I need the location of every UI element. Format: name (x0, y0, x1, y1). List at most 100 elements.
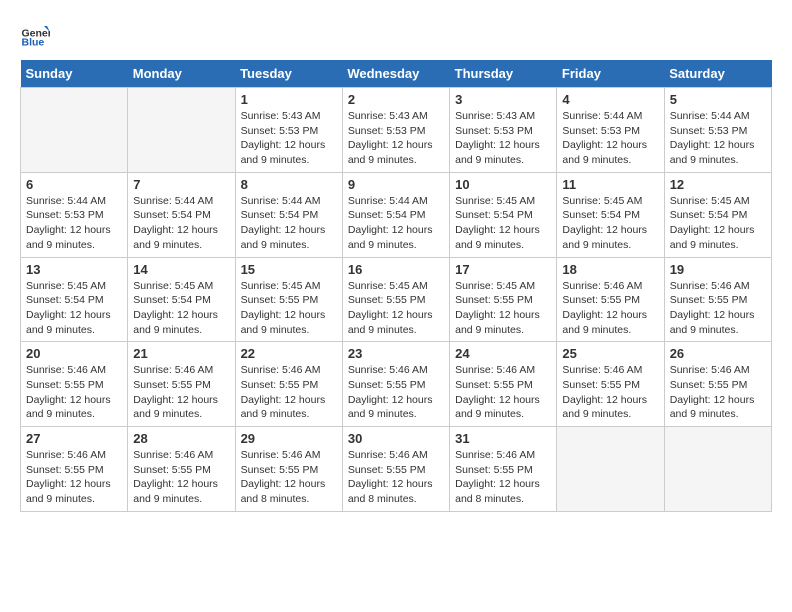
weekday-header: Monday (128, 60, 235, 88)
page-header: General Blue (20, 20, 772, 50)
day-info: Sunrise: 5:46 AM Sunset: 5:55 PM Dayligh… (133, 448, 229, 507)
calendar-cell: 31 Sunrise: 5:46 AM Sunset: 5:55 PM Dayli… (450, 427, 557, 512)
day-info: Sunrise: 5:46 AM Sunset: 5:55 PM Dayligh… (26, 363, 122, 422)
day-info: Sunrise: 5:46 AM Sunset: 5:55 PM Dayligh… (455, 448, 551, 507)
weekday-header: Wednesday (342, 60, 449, 88)
calendar-cell: 19 Sunrise: 5:46 AM Sunset: 5:55 PM Dayli… (664, 257, 771, 342)
day-info: Sunrise: 5:46 AM Sunset: 5:55 PM Dayligh… (26, 448, 122, 507)
logo-icon: General Blue (20, 20, 50, 50)
svg-text:Blue: Blue (22, 37, 45, 49)
calendar-week-row: 13 Sunrise: 5:45 AM Sunset: 5:54 PM Dayli… (21, 257, 772, 342)
calendar-cell: 18Sunrise: 5:46 AM Sunset: 5:55 PM Dayli… (557, 257, 664, 342)
day-number: 6 (26, 177, 122, 192)
day-number: 31 (455, 431, 551, 446)
calendar-cell: 20 Sunrise: 5:46 AM Sunset: 5:55 PM Dayli… (21, 342, 128, 427)
day-info: Sunrise: 5:44 AM Sunset: 5:53 PM Dayligh… (26, 194, 122, 253)
day-info: Sunrise: 5:46 AM Sunset: 5:55 PM Dayligh… (241, 363, 337, 422)
day-number: 13 (26, 262, 122, 277)
logo: General Blue (20, 20, 50, 50)
calendar-cell: 24Sunrise: 5:46 AM Sunset: 5:55 PM Dayli… (450, 342, 557, 427)
calendar-cell: 10 Sunrise: 5:45 AM Sunset: 5:54 PM Dayli… (450, 172, 557, 257)
day-info: Sunrise: 5:44 AM Sunset: 5:54 PM Dayligh… (241, 194, 337, 253)
calendar-cell: 2 Sunrise: 5:43 AM Sunset: 5:53 PM Daylig… (342, 88, 449, 173)
calendar-cell: 6 Sunrise: 5:44 AM Sunset: 5:53 PM Daylig… (21, 172, 128, 257)
day-info: Sunrise: 5:46 AM Sunset: 5:55 PM Dayligh… (562, 363, 658, 422)
calendar-cell: 14 Sunrise: 5:45 AM Sunset: 5:54 PM Dayli… (128, 257, 235, 342)
calendar-cell: 17Sunrise: 5:45 AM Sunset: 5:55 PM Dayli… (450, 257, 557, 342)
weekday-header: Saturday (664, 60, 771, 88)
calendar-cell: 9 Sunrise: 5:44 AM Sunset: 5:54 PM Daylig… (342, 172, 449, 257)
day-info: Sunrise: 5:44 AM Sunset: 5:54 PM Dayligh… (348, 194, 444, 253)
calendar-cell: 27 Sunrise: 5:46 AM Sunset: 5:55 PM Dayli… (21, 427, 128, 512)
day-number: 25 (562, 346, 658, 361)
calendar-cell: 3 Sunrise: 5:43 AM Sunset: 5:53 PM Daylig… (450, 88, 557, 173)
day-number: 26 (670, 346, 766, 361)
day-number: 28 (133, 431, 229, 446)
calendar-cell: 4 Sunrise: 5:44 AM Sunset: 5:53 PM Daylig… (557, 88, 664, 173)
day-info: Sunrise: 5:43 AM Sunset: 5:53 PM Dayligh… (348, 109, 444, 168)
day-number: 7 (133, 177, 229, 192)
day-number: 22 (241, 346, 337, 361)
day-number: 18 (562, 262, 658, 277)
calendar-week-row: 20 Sunrise: 5:46 AM Sunset: 5:55 PM Dayli… (21, 342, 772, 427)
calendar-cell: 11 Sunrise: 5:45 AM Sunset: 5:54 PM Dayli… (557, 172, 664, 257)
day-number: 10 (455, 177, 551, 192)
calendar-cell: 8 Sunrise: 5:44 AM Sunset: 5:54 PM Daylig… (235, 172, 342, 257)
day-number: 2 (348, 92, 444, 107)
day-info: Sunrise: 5:45 AM Sunset: 5:55 PM Dayligh… (348, 279, 444, 338)
day-number: 9 (348, 177, 444, 192)
calendar-cell (557, 427, 664, 512)
weekday-header: Friday (557, 60, 664, 88)
calendar-cell: 28 Sunrise: 5:46 AM Sunset: 5:55 PM Dayli… (128, 427, 235, 512)
calendar-body: 1 Sunrise: 5:43 AM Sunset: 5:53 PM Daylig… (21, 88, 772, 512)
calendar-week-row: 27 Sunrise: 5:46 AM Sunset: 5:55 PM Dayli… (21, 427, 772, 512)
calendar-cell: 25 Sunrise: 5:46 AM Sunset: 5:55 PM Dayli… (557, 342, 664, 427)
day-number: 5 (670, 92, 766, 107)
day-info: Sunrise: 5:46 AM Sunset: 5:55 PM Dayligh… (348, 448, 444, 507)
day-number: 8 (241, 177, 337, 192)
day-info: Sunrise: 5:46 AM Sunset: 5:55 PM Dayligh… (348, 363, 444, 422)
day-info: Sunrise: 5:44 AM Sunset: 5:53 PM Dayligh… (670, 109, 766, 168)
day-info: Sunrise: 5:45 AM Sunset: 5:55 PM Dayligh… (241, 279, 337, 338)
day-info: Sunrise: 5:43 AM Sunset: 5:53 PM Dayligh… (455, 109, 551, 168)
calendar-cell: 16Sunrise: 5:45 AM Sunset: 5:55 PM Dayli… (342, 257, 449, 342)
day-info: Sunrise: 5:44 AM Sunset: 5:53 PM Dayligh… (562, 109, 658, 168)
day-info: Sunrise: 5:45 AM Sunset: 5:54 PM Dayligh… (26, 279, 122, 338)
day-number: 24 (455, 346, 551, 361)
calendar-cell (21, 88, 128, 173)
day-info: Sunrise: 5:45 AM Sunset: 5:54 PM Dayligh… (562, 194, 658, 253)
calendar-cell: 30 Sunrise: 5:46 AM Sunset: 5:55 PM Dayli… (342, 427, 449, 512)
day-number: 1 (241, 92, 337, 107)
day-info: Sunrise: 5:46 AM Sunset: 5:55 PM Dayligh… (670, 363, 766, 422)
calendar-cell: 7Sunrise: 5:44 AM Sunset: 5:54 PM Daylig… (128, 172, 235, 257)
day-number: 12 (670, 177, 766, 192)
weekday-header: Sunday (21, 60, 128, 88)
calendar-cell: 15 Sunrise: 5:45 AM Sunset: 5:55 PM Dayli… (235, 257, 342, 342)
calendar-week-row: 6 Sunrise: 5:44 AM Sunset: 5:53 PM Daylig… (21, 172, 772, 257)
day-info: Sunrise: 5:45 AM Sunset: 5:54 PM Dayligh… (133, 279, 229, 338)
weekday-header: Thursday (450, 60, 557, 88)
calendar-cell: 5 Sunrise: 5:44 AM Sunset: 5:53 PM Daylig… (664, 88, 771, 173)
day-number: 29 (241, 431, 337, 446)
day-number: 21 (133, 346, 229, 361)
day-info: Sunrise: 5:43 AM Sunset: 5:53 PM Dayligh… (241, 109, 337, 168)
day-number: 4 (562, 92, 658, 107)
day-number: 30 (348, 431, 444, 446)
day-number: 23 (348, 346, 444, 361)
day-number: 11 (562, 177, 658, 192)
calendar-cell: 26 Sunrise: 5:46 AM Sunset: 5:55 PM Dayli… (664, 342, 771, 427)
calendar-cell: 12Sunrise: 5:45 AM Sunset: 5:54 PM Dayli… (664, 172, 771, 257)
day-info: Sunrise: 5:46 AM Sunset: 5:55 PM Dayligh… (670, 279, 766, 338)
day-number: 17 (455, 262, 551, 277)
calendar-cell: 1 Sunrise: 5:43 AM Sunset: 5:53 PM Daylig… (235, 88, 342, 173)
day-number: 20 (26, 346, 122, 361)
day-info: Sunrise: 5:45 AM Sunset: 5:54 PM Dayligh… (455, 194, 551, 253)
calendar-cell (664, 427, 771, 512)
day-number: 15 (241, 262, 337, 277)
day-number: 14 (133, 262, 229, 277)
day-number: 27 (26, 431, 122, 446)
calendar-header-row: SundayMondayTuesdayWednesdayThursdayFrid… (21, 60, 772, 88)
day-number: 19 (670, 262, 766, 277)
day-number: 3 (455, 92, 551, 107)
calendar-cell: 22 Sunrise: 5:46 AM Sunset: 5:55 PM Dayli… (235, 342, 342, 427)
